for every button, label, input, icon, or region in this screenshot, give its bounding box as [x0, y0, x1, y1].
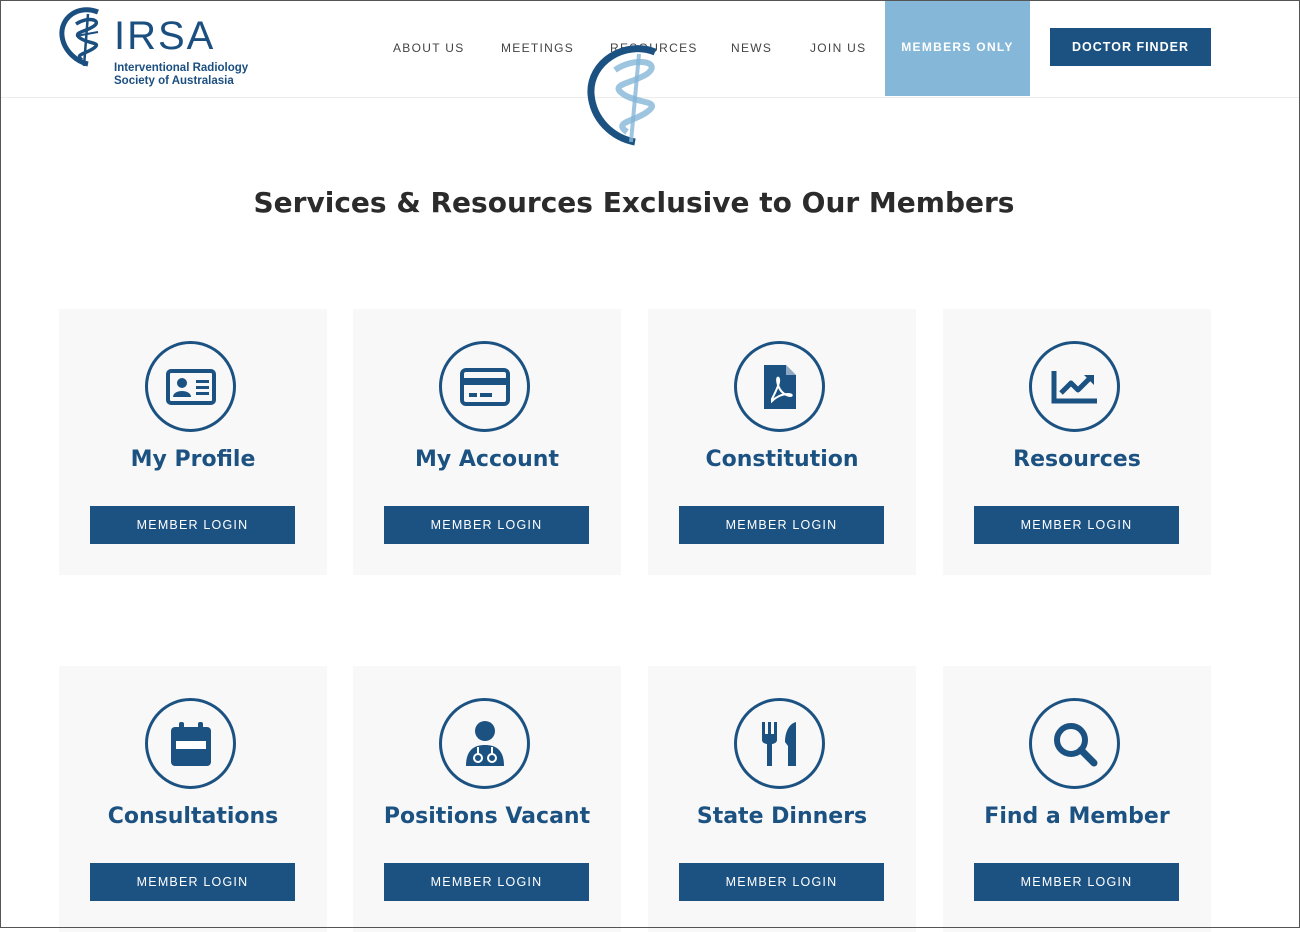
watermark-logo-icon	[587, 45, 657, 146]
doctor-icon	[439, 698, 530, 789]
card-my-account: My Account MEMBER LOGIN	[353, 309, 621, 575]
nav-members-only[interactable]: MEMBERS ONLY	[885, 1, 1030, 96]
card-my-profile: My Profile MEMBER LOGIN	[59, 309, 327, 575]
card-title: Find a Member	[984, 804, 1170, 829]
member-login-button[interactable]: MEMBER LOGIN	[679, 863, 884, 901]
logo-subtitle-line2: Society of Australasia	[114, 75, 234, 87]
card-resources: Resources MEMBER LOGIN	[943, 309, 1211, 575]
card-title: Positions Vacant	[383, 804, 591, 829]
card-title: Constitution	[705, 447, 859, 472]
card-state-dinners: State Dinners MEMBER LOGIN	[648, 666, 916, 932]
calendar-icon	[145, 698, 236, 789]
card-title: My Profile	[130, 447, 256, 472]
id-card-icon	[145, 341, 236, 432]
pdf-file-icon	[734, 341, 825, 432]
logo-subtitle-line1: Interventional Radiology	[114, 62, 249, 74]
search-icon	[1029, 698, 1120, 789]
logo-wordmark: IRSA	[114, 14, 216, 58]
nav-about-us[interactable]: ABOUT US	[393, 41, 465, 55]
member-login-button[interactable]: MEMBER LOGIN	[90, 863, 295, 901]
card-title: My Account	[415, 447, 559, 472]
member-login-button[interactable]: MEMBER LOGIN	[384, 506, 589, 544]
member-login-button[interactable]: MEMBER LOGIN	[90, 506, 295, 544]
card-title: Resources	[1013, 447, 1141, 472]
card-positions-vacant: Positions Vacant MEMBER LOGIN	[353, 666, 621, 932]
utensils-icon	[734, 698, 825, 789]
nav-news[interactable]: NEWS	[731, 41, 772, 55]
logo-subtitle: Interventional Radiology Society of Aust…	[114, 62, 274, 88]
nav-join-us[interactable]: JOIN US	[810, 41, 866, 55]
card-find-a-member: Find a Member MEMBER LOGIN	[943, 666, 1211, 932]
chart-line-icon	[1029, 341, 1120, 432]
credit-card-icon	[439, 341, 530, 432]
page-headline: Services & Resources Exclusive to Our Me…	[253, 186, 1015, 219]
card-constitution: Constitution MEMBER LOGIN	[648, 309, 916, 575]
logo-spiral-icon	[59, 7, 99, 67]
card-consultations: Consultations MEMBER LOGIN	[59, 666, 327, 932]
member-login-button[interactable]: MEMBER LOGIN	[974, 506, 1179, 544]
member-login-button[interactable]: MEMBER LOGIN	[974, 863, 1179, 901]
member-login-button[interactable]: MEMBER LOGIN	[679, 506, 884, 544]
irsa-logo[interactable]: IRSA Interventional Radiology Society of…	[58, 6, 258, 91]
doctor-finder-button[interactable]: DOCTOR FINDER	[1050, 28, 1211, 66]
card-title: Consultations	[107, 804, 279, 829]
nav-meetings[interactable]: MEETINGS	[501, 41, 574, 55]
member-login-button[interactable]: MEMBER LOGIN	[384, 863, 589, 901]
card-title: State Dinners	[696, 804, 868, 829]
